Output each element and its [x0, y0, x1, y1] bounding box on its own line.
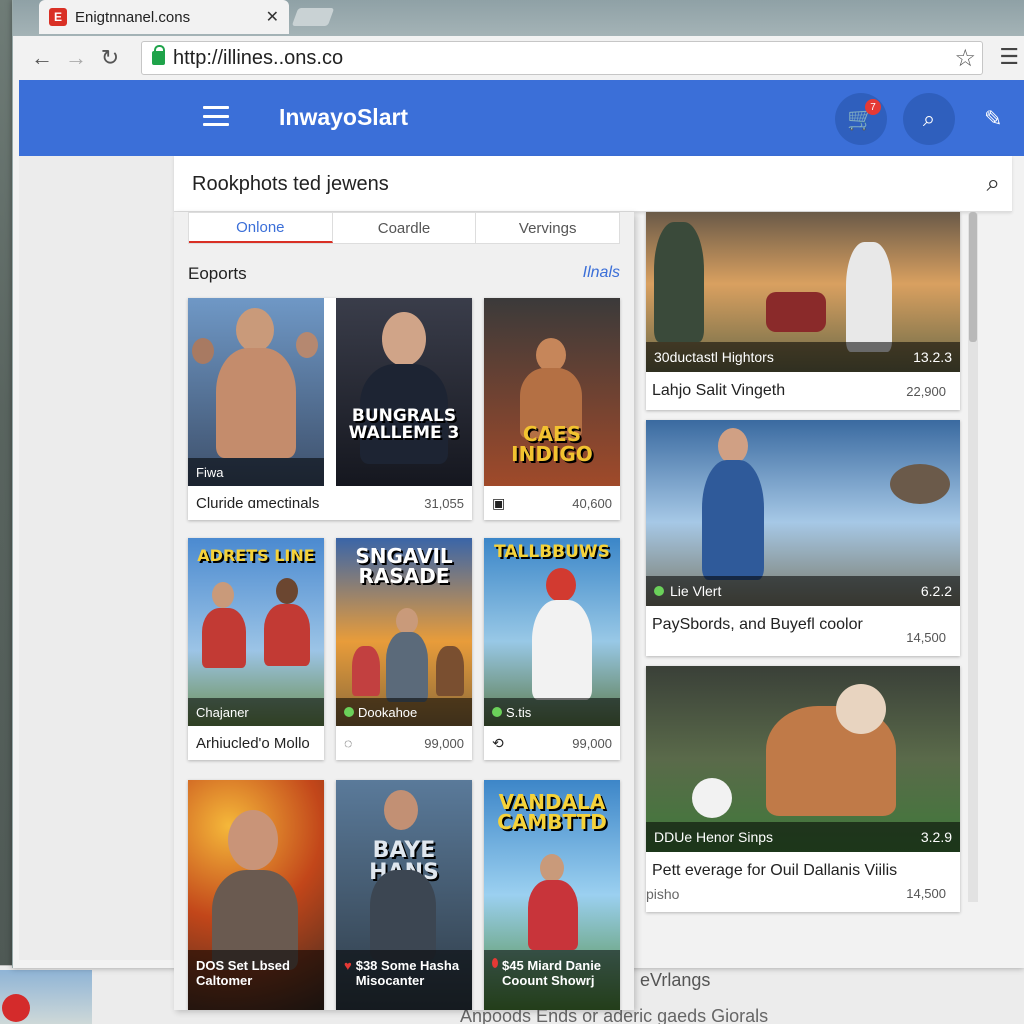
card-value: 99,000: [424, 735, 464, 751]
game-card[interactable]: Fiwa BUNGRALS WALLEME 3 Cluride ɑmectina…: [188, 298, 472, 520]
search-button[interactable]: ⌕: [903, 93, 955, 145]
card-value: 31,055: [424, 495, 464, 511]
featured-card[interactable]: 30ductastl Hightors 13.2.3 Lahjo Salit Vi…: [646, 212, 960, 410]
new-tab-button[interactable]: [291, 8, 335, 26]
card-meta: ▣ 40,600: [484, 486, 620, 520]
featured-value: 22,900: [906, 384, 946, 399]
poster-title: VANDALA CAMBTTD: [497, 790, 607, 834]
card-value: 40,600: [572, 495, 612, 511]
back-arrow-icon[interactable]: ←: [25, 41, 59, 75]
notifications-button[interactable]: 🛒 7: [835, 93, 887, 145]
featured-bar: DDUe Henor Sinps 3.2.9: [646, 822, 960, 852]
card-poster: Fiwa: [188, 298, 324, 486]
poster-title: ADRETS LINE: [197, 546, 315, 565]
tab-vervings[interactable]: Vervings: [476, 213, 619, 243]
game-card[interactable]: ADRETS LINE Chajaner Arhiucled'o Mollo: [188, 538, 324, 760]
game-card[interactable]: SNGAVIL RASADE Dookahoe ◌ 99,000: [336, 538, 472, 760]
card-overlay: S.tis: [484, 698, 620, 726]
featured-subtext: pisho: [646, 886, 680, 902]
search-icon[interactable]: ⌕: [987, 170, 1000, 198]
address-bar[interactable]: http://illines..ons.co ☆: [141, 41, 983, 75]
card-poster: TALLBBUWS S.tis: [484, 538, 620, 726]
card-overlay: ♥ $38 Some Hasha Misocanter: [336, 950, 472, 1010]
app-title: InwayoSlart: [279, 104, 409, 130]
poster-title: BUNGRALS WALLEME 3: [348, 406, 460, 443]
featured-image: 30ductastl Hightors 13.2.3: [646, 212, 960, 372]
card-caption: Arhiucled'o Mollo: [196, 734, 310, 752]
card-overlay: $45 Miard Danie Coount Showrj: [484, 950, 620, 1010]
card-meta: ⟲ 99,000: [484, 726, 620, 760]
scrollbar-thumb[interactable]: [969, 212, 977, 342]
edit-pencil-icon[interactable]: ✎: [984, 106, 1002, 132]
url-text: http://illines..ons.co: [173, 46, 344, 69]
browser-toolbar: ← → ↻ http://illines..ons.co ☆ ☰: [13, 36, 1024, 80]
lock-icon: [152, 45, 165, 65]
search-icon: ⌕: [922, 106, 936, 131]
tab-coardle[interactable]: Coardle: [333, 213, 477, 243]
forward-arrow-icon[interactable]: →: [59, 41, 93, 75]
poster-title: TALLBBUWS: [494, 542, 610, 562]
card-poster: VANDALA CAMBTTD $45 Miard Danie Coount S…: [484, 780, 620, 1010]
tab-title: Enigtnnanel.cons: [75, 8, 191, 26]
card-meta: ◌ 99,000: [336, 726, 472, 760]
featured-value: 14,500: [906, 630, 946, 645]
search-query-text: Rookphots ted jewens: [192, 173, 389, 195]
results-panel: Onlone Coardle Vervings Eoports Ilnals F…: [174, 212, 634, 1010]
hamburger-menu-icon[interactable]: [203, 106, 229, 126]
app-bar: InwayoSlart 🛒 7 ⌕ ✎: [19, 80, 1024, 156]
section-title: Eoports: [188, 264, 247, 283]
game-card[interactable]: VANDALA CAMBTTD $45 Miard Danie Coount S…: [484, 780, 620, 1010]
card-poster: BAYE HANS ♥$38 Some Hasha Misocanter: [336, 780, 472, 1010]
game-card[interactable]: DOS Set Lbsed Caltomer: [188, 780, 324, 1010]
poster-title: SNGAVIL RASADE: [355, 544, 453, 588]
featured-image: Lie Vlert 6.2.2: [646, 420, 960, 606]
background-thumbnail: [0, 970, 92, 1024]
card-overlay: DOS Set Lbsed Caltomer: [188, 950, 324, 1010]
browser-tab[interactable]: E Enigtnnanel.cons ✕: [39, 0, 289, 34]
background-caption: eVrlangs: [640, 970, 711, 990]
featured-value: 14,500: [906, 886, 946, 901]
featured-caption: Pett everage for Ouil Dallanis Viilis: [652, 862, 898, 879]
card-poster: DOS Set Lbsed Caltomer: [188, 780, 324, 1010]
featured-image: DDUe Henor Sinps 3.2.9: [646, 666, 960, 852]
card-overlay: Fiwa: [188, 458, 324, 486]
card-caption: Cluride ɑmectinals: [196, 494, 320, 512]
scrollbar[interactable]: [968, 212, 978, 902]
featured-card[interactable]: DDUe Henor Sinps 3.2.9 Pett everage for O…: [646, 666, 960, 912]
featured-caption: Lahjo Salit Vingeth: [652, 382, 786, 399]
game-card[interactable]: TALLBBUWS S.tis ⟲ 99,000: [484, 538, 620, 760]
tab-onlone[interactable]: Onlone: [189, 213, 333, 243]
card-poster: SNGAVIL RASADE Dookahoe: [336, 538, 472, 726]
reload-icon[interactable]: ↻: [93, 41, 127, 75]
section-link[interactable]: Ilnals: [583, 264, 620, 282]
card-meta: Cluride ɑmectinals 31,055: [188, 486, 472, 520]
category-tabs: Onlone Coardle Vervings: [188, 212, 620, 244]
poster-title: CAES INDIGO: [511, 422, 593, 466]
refresh-icon[interactable]: ⟲: [492, 735, 504, 752]
card-poster: CAES INDIGO: [484, 298, 620, 486]
save-icon[interactable]: ▣: [492, 495, 505, 512]
game-card[interactable]: BAYE HANS ♥$38 Some Hasha Misocanter: [336, 780, 472, 1010]
tab-strip: E Enigtnnanel.cons ✕: [13, 0, 1024, 36]
search-bar[interactable]: Rookphots ted jewens ⌕: [174, 156, 1012, 212]
featured-card[interactable]: Lie Vlert 6.2.2 PaySbords, and Buyefl coo…: [646, 420, 960, 656]
card-overlay: Chajaner: [188, 698, 324, 726]
favicon-icon: E: [49, 8, 67, 26]
featured-caption: PaySbords, and Buyefl coolor: [652, 616, 863, 633]
card-meta: Arhiucled'o Mollo: [188, 726, 324, 760]
featured-bar: 30ductastl Hightors 13.2.3: [646, 342, 960, 372]
bookmark-star-icon[interactable]: ☆: [954, 44, 976, 73]
card-overlay: Dookahoe: [336, 698, 472, 726]
game-card[interactable]: CAES INDIGO ▣ 40,600: [484, 298, 620, 520]
notification-badge: 7: [865, 99, 881, 115]
featured-bar: Lie Vlert 6.2.2: [646, 576, 960, 606]
card-value: 99,000: [572, 735, 612, 751]
card-poster: BUNGRALS WALLEME 3: [336, 298, 472, 486]
browser-menu-icon[interactable]: ☰: [999, 44, 1019, 70]
card-poster: ADRETS LINE Chajaner: [188, 538, 324, 726]
left-gutter: [19, 156, 187, 960]
close-icon[interactable]: ✕: [266, 7, 279, 27]
bulb-icon[interactable]: ◌: [344, 735, 352, 751]
